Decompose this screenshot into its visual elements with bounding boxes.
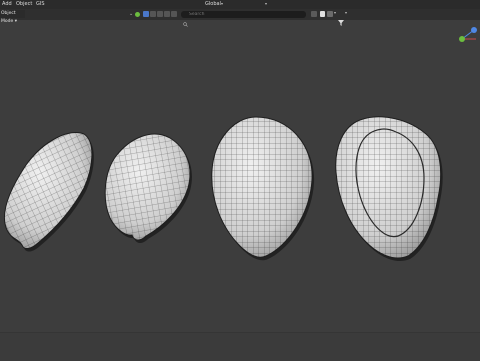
top-menubar: Add Object GIS Global ▾ ▾ (0, 0, 480, 16)
pivot-point-icon[interactable] (229, 1, 237, 16)
xray-toggle-button[interactable] (171, 11, 177, 17)
seed-mesh-3[interactable] (211, 116, 315, 261)
viewport-page-icon[interactable] (320, 11, 325, 17)
snap-target-icon[interactable] (248, 1, 256, 16)
object-mode-select[interactable]: Object Mode ▾ (0, 10, 25, 24)
chevron-down-icon[interactable]: ▾ (345, 10, 347, 15)
rendered-shading-button[interactable] (157, 11, 163, 17)
search-field[interactable] (181, 11, 306, 27)
search-input[interactable] (189, 11, 299, 18)
material-shading-button[interactable] (150, 11, 156, 17)
search-icon (183, 12, 188, 27)
transform-orientation-icon[interactable] (197, 1, 203, 16)
overlay-toggle-button[interactable] (311, 11, 317, 17)
bottom-panel (0, 332, 480, 361)
seed-mesh-2[interactable] (104, 133, 192, 244)
navigation-gizmo[interactable] (456, 24, 480, 48)
menu-add[interactable]: Add (2, 1, 12, 7)
gizmo-toggle-button[interactable] (327, 11, 333, 17)
wireframe-shading-button[interactable] (164, 11, 170, 17)
menu-gis[interactable]: GIS (36, 1, 45, 7)
chevron-down-icon[interactable]: ▾ (334, 10, 336, 15)
solid-shading-button[interactable] (143, 11, 149, 17)
viewport-canvas[interactable] (0, 20, 480, 332)
chevron-down-icon[interactable]: ▾ (221, 1, 223, 6)
seed-mesh-4[interactable] (335, 116, 443, 262)
snap-icon[interactable] (241, 1, 247, 16)
chevron-down-icon[interactable]: ▾ (265, 1, 267, 6)
transform-orientation-select[interactable]: Global (205, 1, 221, 7)
overlay-dot-icon[interactable] (135, 12, 140, 17)
menu-object[interactable]: Object (16, 1, 32, 7)
seed-mesh-1[interactable] (4, 132, 94, 252)
z-axis-icon (471, 27, 477, 33)
filter-icon[interactable] (338, 11, 344, 26)
select-box-icon[interactable]: ⌄ (129, 11, 133, 17)
proportional-editing-icon[interactable] (258, 1, 264, 16)
3d-viewport[interactable] (0, 20, 480, 332)
y-axis-icon (459, 36, 465, 42)
